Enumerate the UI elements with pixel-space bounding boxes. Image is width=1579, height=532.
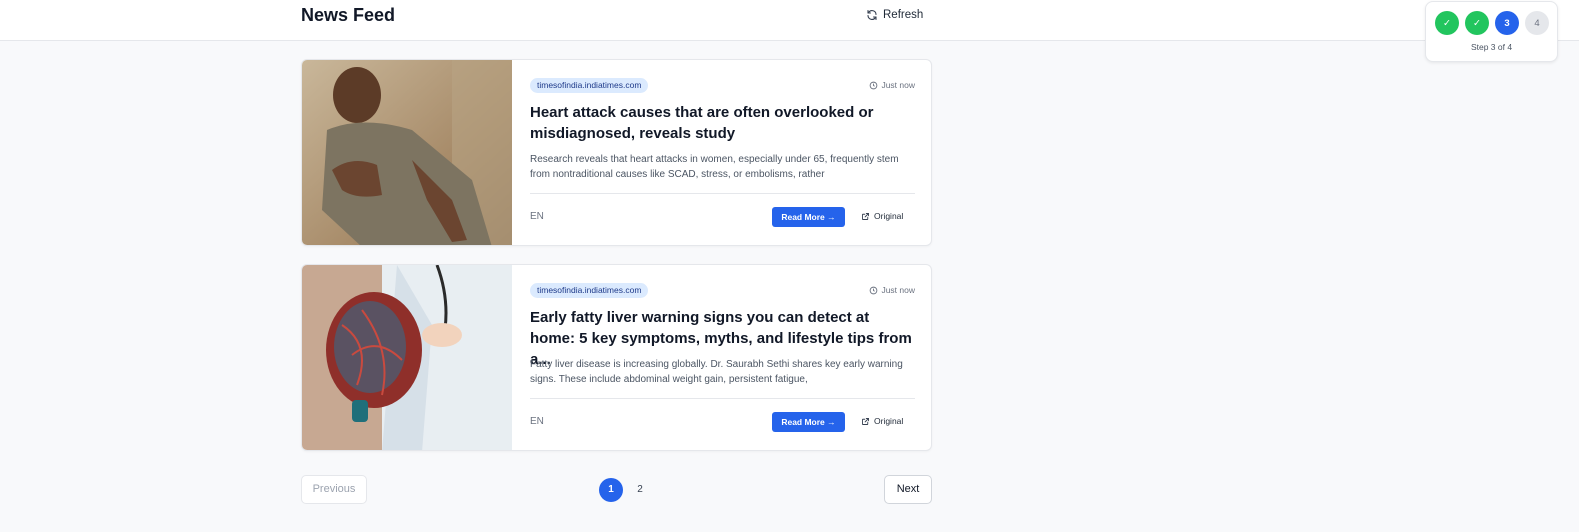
page-1-button[interactable]: 1 bbox=[599, 478, 623, 502]
step-3-current: 3 bbox=[1495, 11, 1519, 35]
article-card: timesofindia.indiatimes.com Just now Hea… bbox=[301, 59, 932, 246]
divider bbox=[530, 193, 915, 194]
article-card: timesofindia.indiatimes.com Just now Ear… bbox=[301, 264, 932, 451]
page-title: News Feed bbox=[301, 5, 396, 25]
read-more-button[interactable]: Read More → bbox=[772, 412, 845, 432]
source-badge: timesofindia.indiatimes.com bbox=[530, 283, 649, 298]
divider bbox=[530, 398, 915, 399]
external-link-icon bbox=[862, 212, 869, 220]
article-summary: Research reveals that heart attacks in w… bbox=[530, 154, 899, 180]
original-link-label: Original bbox=[874, 211, 904, 221]
clock-icon bbox=[870, 286, 878, 294]
read-more-button[interactable]: Read More → bbox=[772, 207, 845, 227]
step-1-complete: ✓ bbox=[1435, 11, 1459, 35]
refresh-label: Refresh bbox=[883, 9, 924, 21]
original-link[interactable]: Original bbox=[861, 416, 903, 426]
article-image bbox=[302, 265, 512, 450]
language-tag: EN bbox=[530, 211, 544, 222]
refresh-button[interactable]: Refresh bbox=[866, 6, 923, 24]
clock-icon bbox=[870, 81, 878, 89]
original-link-label: Original bbox=[874, 416, 904, 426]
language-tag: EN bbox=[530, 416, 544, 427]
top-bar: News Feed Refresh bbox=[0, 0, 1579, 41]
external-link-icon bbox=[862, 417, 869, 425]
step-4-pending: 4 bbox=[1525, 11, 1549, 35]
step-2-complete: ✓ bbox=[1465, 11, 1489, 35]
timestamp-text: Just now bbox=[881, 285, 915, 295]
article-headline[interactable]: Heart attack causes that are often overl… bbox=[530, 102, 915, 144]
original-link[interactable]: Original bbox=[861, 211, 903, 221]
source-badge: timesofindia.indiatimes.com bbox=[530, 78, 649, 93]
timestamp-text: Just now bbox=[881, 80, 915, 90]
article-image bbox=[302, 60, 512, 245]
previous-page-button[interactable]: Previous bbox=[301, 475, 367, 504]
timestamp: Just now bbox=[869, 285, 915, 295]
refresh-icon bbox=[867, 9, 877, 21]
next-page-button[interactable]: Next bbox=[884, 475, 932, 504]
timestamp: Just now bbox=[869, 80, 915, 90]
article-summary: Fatty liver disease is increasing global… bbox=[530, 359, 903, 385]
page-2-button[interactable]: 2 bbox=[628, 478, 652, 502]
progress-stepper: ✓ ✓ 3 4 Step 3 of 4 bbox=[1425, 1, 1558, 62]
step-status-text: Step 3 of 4 bbox=[1470, 42, 1513, 52]
